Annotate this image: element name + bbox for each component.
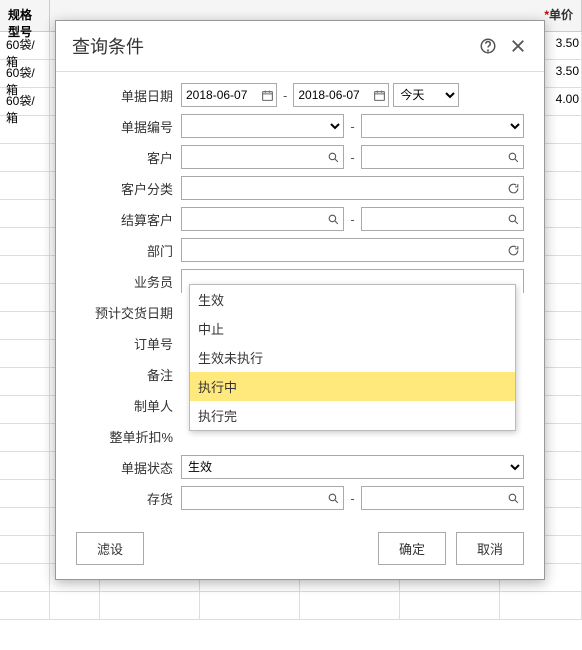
date-from-input[interactable] bbox=[181, 83, 277, 107]
status-dropdown[interactable]: 生效中止生效未执行执行中执行完 bbox=[189, 284, 516, 431]
label-customer: 客户 bbox=[56, 148, 181, 167]
label-customer-cat: 客户分类 bbox=[56, 179, 181, 198]
settle-from-lookup[interactable] bbox=[181, 207, 344, 231]
filter-button[interactable]: 滤设 bbox=[76, 532, 144, 565]
label-settle-customer: 结算客户 bbox=[56, 210, 181, 229]
label-creator: 制单人 bbox=[56, 396, 181, 415]
col-spec: 规格型号 bbox=[0, 0, 50, 31]
bill-no-to-select[interactable] bbox=[361, 114, 524, 138]
label-status: 单据状态 bbox=[56, 458, 181, 477]
search-icon[interactable] bbox=[503, 213, 523, 226]
settle-to-lookup[interactable] bbox=[361, 207, 524, 231]
label-inventory: 存货 bbox=[56, 489, 181, 508]
status-select[interactable]: 生效 bbox=[181, 455, 524, 479]
inventory-from-lookup[interactable] bbox=[181, 486, 344, 510]
dialog-footer: 滤设 确定 取消 bbox=[56, 518, 544, 579]
dialog-header: 查询条件 bbox=[56, 21, 544, 72]
label-salesman: 业务员 bbox=[56, 272, 181, 291]
dropdown-option[interactable]: 生效未执行 bbox=[190, 343, 515, 372]
label-discount: 整单折扣% bbox=[56, 427, 181, 446]
label-department: 部门 bbox=[56, 241, 181, 260]
query-dialog: 查询条件 单据日期 - 今天 bbox=[55, 20, 545, 580]
cancel-button[interactable]: 取消 bbox=[456, 532, 524, 565]
customer-cat-input[interactable] bbox=[181, 176, 524, 200]
search-icon[interactable] bbox=[323, 151, 343, 164]
customer-from-lookup[interactable] bbox=[181, 145, 344, 169]
department-input[interactable] bbox=[181, 238, 524, 262]
label-remark: 备注 bbox=[56, 365, 181, 384]
date-range-select[interactable]: 今天 bbox=[393, 83, 459, 107]
label-expected-date: 预计交货日期 bbox=[56, 303, 181, 322]
search-icon[interactable] bbox=[503, 492, 523, 505]
date-to-input[interactable] bbox=[293, 83, 389, 107]
label-bill-date: 单据日期 bbox=[56, 86, 181, 105]
dropdown-option[interactable]: 执行完 bbox=[190, 401, 515, 430]
customer-to-lookup[interactable] bbox=[361, 145, 524, 169]
dropdown-option[interactable]: 中止 bbox=[190, 314, 515, 343]
dialog-title: 查询条件 bbox=[72, 33, 468, 59]
label-order-no: 订单号 bbox=[56, 334, 181, 353]
close-icon[interactable] bbox=[508, 36, 528, 56]
help-icon[interactable] bbox=[478, 36, 498, 56]
search-icon[interactable] bbox=[503, 151, 523, 164]
bill-no-from-select[interactable] bbox=[181, 114, 344, 138]
dropdown-option[interactable]: 生效 bbox=[190, 285, 515, 314]
refresh-icon[interactable] bbox=[503, 244, 523, 257]
search-icon[interactable] bbox=[323, 492, 343, 505]
ok-button[interactable]: 确定 bbox=[378, 532, 446, 565]
search-icon[interactable] bbox=[323, 213, 343, 226]
inventory-to-lookup[interactable] bbox=[361, 486, 524, 510]
refresh-icon[interactable] bbox=[503, 182, 523, 195]
label-bill-no: 单据编号 bbox=[56, 117, 181, 136]
calendar-icon[interactable] bbox=[370, 89, 388, 102]
dropdown-option[interactable]: 执行中 bbox=[190, 372, 515, 401]
calendar-icon[interactable] bbox=[258, 89, 276, 102]
